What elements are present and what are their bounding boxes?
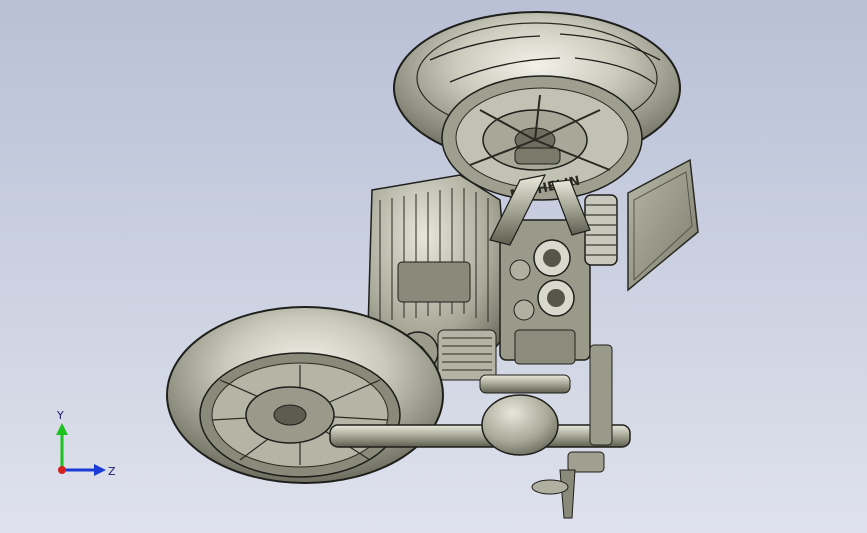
z-axis-label: Z <box>108 465 116 478</box>
footpeg[interactable] <box>531 479 569 495</box>
carburetors[interactable] <box>499 219 591 365</box>
y-arrow-head <box>56 423 68 435</box>
license-plate[interactable] <box>627 158 699 292</box>
rear-brake-disc[interactable] <box>245 386 335 444</box>
motorcycle-3d-model[interactable]: MICHELIN <box>0 0 867 533</box>
front-wheel[interactable]: MICHELIN <box>393 11 681 203</box>
coordinate-triad: Y Z <box>56 409 116 478</box>
rear-wheel[interactable] <box>166 306 444 484</box>
cad-graphics-viewport[interactable]: MICHELIN Y Z <box>0 0 867 533</box>
y-axis-label: Y <box>56 409 64 422</box>
z-arrow-head <box>94 464 106 476</box>
x-axis-dot <box>58 466 66 474</box>
